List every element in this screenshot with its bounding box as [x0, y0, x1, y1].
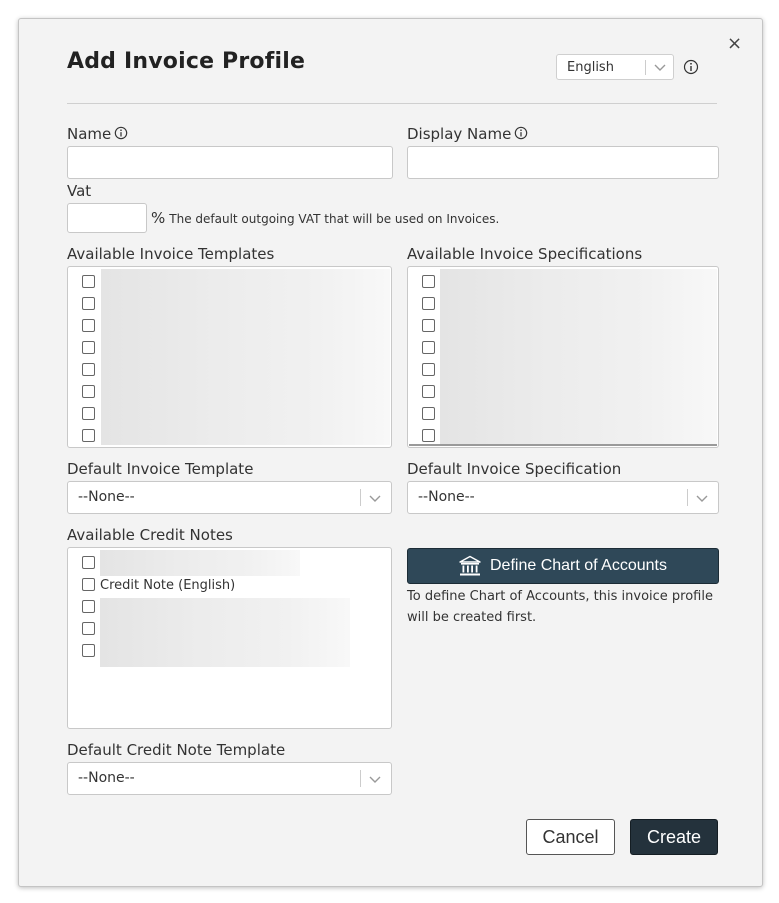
default-template-label: Default Invoice Template	[67, 460, 254, 478]
chevron-down-icon	[654, 64, 666, 71]
credit-note-checkbox[interactable]	[82, 622, 95, 635]
vat-input[interactable]	[67, 203, 147, 233]
template-checkbox[interactable]	[82, 363, 95, 376]
default-spec-value: --None--	[418, 489, 475, 505]
available-specs-list[interactable]	[407, 266, 719, 448]
default-template-select[interactable]: --None--	[67, 481, 392, 514]
display-name-input[interactable]	[407, 146, 719, 179]
credit-note-checkbox[interactable]	[82, 644, 95, 657]
vat-percent-symbol: %	[151, 209, 166, 227]
language-select[interactable]: English	[556, 54, 674, 80]
spec-checkbox[interactable]	[422, 385, 435, 398]
spec-checkbox[interactable]	[422, 319, 435, 332]
info-icon[interactable]	[114, 126, 128, 140]
spec-checkbox[interactable]	[422, 407, 435, 420]
credit-note-label: Credit Note (English)	[100, 578, 236, 593]
available-specs-label: Available Invoice Specifications	[407, 245, 643, 263]
define-chart-of-accounts-button[interactable]: Define Chart of Accounts	[407, 548, 719, 584]
default-template-value: --None--	[78, 489, 135, 505]
chart-of-accounts-help-text: To define Chart of Accounts, this invoic…	[407, 589, 713, 625]
spec-checkbox[interactable]	[422, 429, 435, 442]
template-checkbox[interactable]	[82, 341, 95, 354]
redacted-credit-note-names	[100, 598, 350, 667]
spec-checkbox[interactable]	[422, 275, 435, 288]
chevron-down-icon	[369, 776, 381, 783]
available-templates-list[interactable]	[67, 266, 392, 448]
default-spec-label: Default Invoice Specification	[407, 460, 622, 478]
bank-icon	[459, 555, 481, 576]
vat-label: Vat	[67, 182, 92, 200]
display-name-label: Display Name	[407, 125, 512, 143]
language-select-value: English	[567, 60, 614, 75]
default-spec-select[interactable]: --None--	[407, 481, 719, 514]
create-button[interactable]: Create	[630, 819, 718, 855]
template-checkbox[interactable]	[82, 407, 95, 420]
template-checkbox[interactable]	[82, 319, 95, 332]
cancel-button[interactable]: Cancel	[526, 819, 615, 855]
select-separator	[360, 489, 361, 506]
add-invoice-profile-dialog: Add Invoice Profile × English Name Displ…	[18, 18, 763, 887]
redacted-template-names	[101, 269, 390, 445]
dialog-title: Add Invoice Profile	[67, 49, 306, 74]
name-label-row: Name	[67, 125, 128, 143]
info-icon[interactable]	[683, 59, 699, 75]
select-separator	[687, 489, 688, 506]
available-templates-label: Available Invoice Templates	[67, 245, 275, 263]
info-icon[interactable]	[514, 126, 528, 140]
vat-note: % The default outgoing VAT that will be u…	[151, 209, 499, 227]
name-input[interactable]	[67, 146, 393, 179]
credit-note-checkbox[interactable]	[82, 556, 95, 569]
template-checkbox[interactable]	[82, 385, 95, 398]
default-credit-note-label: Default Credit Note Template	[67, 741, 286, 759]
credit-note-checkbox[interactable]	[82, 578, 95, 591]
select-separator	[360, 770, 361, 787]
credit-note-checkbox[interactable]	[82, 600, 95, 613]
template-checkbox[interactable]	[82, 297, 95, 310]
default-credit-note-select[interactable]: --None--	[67, 762, 392, 795]
chevron-down-icon	[369, 495, 381, 502]
available-credit-notes-label: Available Credit Notes	[67, 526, 233, 544]
horizontal-scrollbar[interactable]	[409, 444, 717, 446]
close-icon[interactable]: ×	[727, 33, 743, 55]
template-checkbox[interactable]	[82, 429, 95, 442]
spec-checkbox[interactable]	[422, 297, 435, 310]
redacted-credit-note-name	[100, 550, 300, 576]
define-chart-of-accounts-label: Define Chart of Accounts	[490, 557, 667, 574]
redacted-spec-names	[440, 269, 717, 445]
spec-checkbox[interactable]	[422, 341, 435, 354]
default-credit-note-value: --None--	[78, 770, 135, 786]
select-separator	[645, 60, 646, 75]
available-credit-notes-list[interactable]: Credit Note (English)	[67, 547, 392, 729]
title-divider	[67, 103, 717, 104]
name-label: Name	[67, 125, 112, 143]
template-checkbox[interactable]	[82, 275, 95, 288]
display-name-label-row: Display Name	[407, 125, 528, 143]
spec-checkbox[interactable]	[422, 363, 435, 376]
chevron-down-icon	[696, 495, 708, 502]
vat-note-text: The default outgoing VAT that will be us…	[169, 212, 500, 226]
